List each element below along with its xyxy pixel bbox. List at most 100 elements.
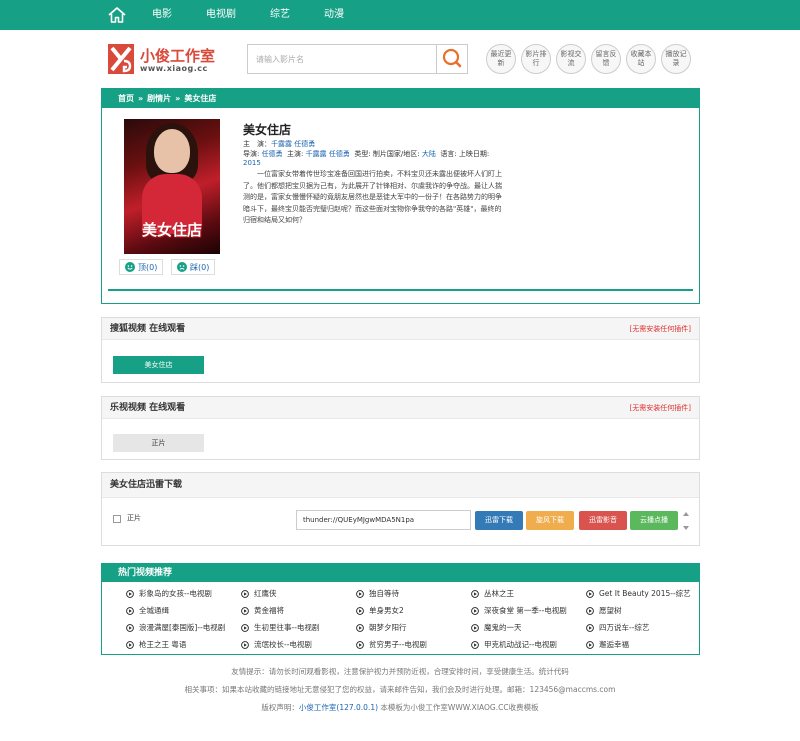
- history-button[interactable]: 播放记录: [661, 44, 691, 74]
- recommend-item[interactable]: 丛林之王: [471, 588, 514, 599]
- recommend-item[interactable]: 甲克机动战记--电视剧: [471, 639, 557, 650]
- movie-detail-panel: 首页» 剧情片» 美女住店 美女住店 顶(0) 踩(0) 美女住店 主 演：千露露 …: [101, 88, 700, 304]
- poster-face: [154, 129, 190, 173]
- poster-title: 美女住店: [141, 221, 202, 239]
- play-icon: [356, 606, 364, 615]
- search-button[interactable]: [436, 45, 467, 73]
- nav-item-variety[interactable]: 综艺: [270, 0, 290, 30]
- recommend-item[interactable]: 独自等待: [356, 588, 399, 599]
- thunder-player-button[interactable]: 迅雷影音: [579, 511, 627, 530]
- recommend-item[interactable]: 愿望树: [586, 605, 622, 616]
- play-icon: [586, 640, 594, 649]
- source-panel-sohu: 搜狐视频 在线观看 [无需安装任何插件] 美女住店: [101, 317, 700, 383]
- recommend-item-label: 魔鬼的一天: [484, 623, 522, 632]
- movie-description: 一位富家女带着传世珍宝准备回国进行拍卖，不料宝贝还未露出便被坏人们盯上了。他们都…: [243, 170, 502, 224]
- recommend-item[interactable]: 朝梦夕阳行: [356, 622, 407, 633]
- upvote-button[interactable]: 顶(0): [119, 259, 164, 275]
- plugin-note: [无需安装任何插件]: [629, 325, 691, 333]
- search-input[interactable]: [248, 45, 436, 73]
- starring-line: 主 演：千露露 任德勇: [243, 139, 315, 149]
- source-panel-letv: 乐视视频 在线观看 [无需安装任何插件] 正片: [101, 396, 700, 460]
- play-icon: [241, 606, 249, 615]
- breadcrumb-category[interactable]: 剧情片: [147, 94, 171, 103]
- recommend-item-label: 朝梦夕阳行: [369, 623, 407, 632]
- recommend-item-label: 单身男女2: [369, 606, 404, 615]
- play-icon: [126, 623, 134, 632]
- recommend-item-label: 愿望树: [599, 606, 622, 615]
- year-link[interactable]: 2015: [243, 159, 261, 167]
- recommend-item[interactable]: 全城通缉: [126, 605, 169, 616]
- play-icon: [586, 589, 594, 598]
- cast-label: 主演:: [287, 150, 304, 158]
- breadcrumb-current[interactable]: 美女住店: [184, 94, 216, 103]
- recommend-item-label: 甲克机动战记--电视剧: [484, 640, 557, 649]
- actor-link[interactable]: 千露露: [306, 150, 327, 158]
- upvote-count: 顶(0): [138, 262, 158, 272]
- scroll-arrows-icon[interactable]: [681, 507, 691, 535]
- download-link-field[interactable]: thunder://QUEyMJgwMDA5N1pa: [296, 510, 471, 530]
- recommend-item[interactable]: 邂逅幸福: [586, 639, 629, 650]
- recommend-item-label: 浪漫满屋[泰国版]--电视剧: [139, 623, 226, 632]
- breadcrumb-home[interactable]: 首页: [118, 94, 134, 103]
- type-region-label: 类型: 制片国家/地区:: [354, 150, 420, 158]
- forum-button[interactable]: 影视交流: [556, 44, 586, 74]
- actor-link[interactable]: 任德勇: [329, 150, 350, 158]
- site-logo[interactable]: 小俊工作室 www.xiaog.cc: [108, 44, 228, 76]
- recommend-item[interactable]: 彩象岛的女孩--电视剧: [126, 588, 212, 599]
- smile-icon: [125, 262, 135, 272]
- frown-icon: [177, 262, 187, 272]
- recommend-item[interactable]: 流氓校长--电视剧: [241, 639, 312, 650]
- recommend-item[interactable]: 魔鬼的一天: [471, 622, 522, 633]
- actor-link[interactable]: 千露露: [271, 140, 292, 148]
- recommend-item-label: 生初里往事--电视剧: [254, 623, 320, 632]
- footer-tip: 友情提示：请勿长时间观看影视，注意保护视力并预防近视，合理安排时间，享受健康生活…: [231, 667, 569, 676]
- episode-button[interactable]: 美女住店: [113, 356, 204, 374]
- director-link[interactable]: 任德勇: [262, 150, 283, 158]
- top-nav: 电影 电视剧 综艺 动漫: [0, 0, 800, 30]
- source-title: 乐视视频 在线观看: [110, 403, 186, 413]
- copyright-suffix: 本模板为小俊工作室WWW.XIAOG.CC收费模板: [378, 703, 539, 712]
- movie-poster[interactable]: 美女住店: [124, 119, 220, 254]
- actor-link[interactable]: 任德勇: [294, 140, 315, 148]
- home-icon[interactable]: [107, 5, 127, 25]
- thunder-download-button[interactable]: 迅雷下载: [475, 511, 523, 530]
- logo-subtitle: www.xiaog.cc: [140, 64, 208, 73]
- play-icon: [356, 623, 364, 632]
- recommend-item[interactable]: 深夜食堂 第一季--电视剧: [471, 605, 567, 616]
- recommend-item[interactable]: 黄金福将: [241, 605, 284, 616]
- recommend-item[interactable]: 生初里往事--电视剧: [241, 622, 319, 633]
- logo-mark-icon: [108, 44, 134, 74]
- cloud-play-button[interactable]: 云播点播: [630, 511, 678, 530]
- download-checkbox[interactable]: [113, 515, 121, 523]
- recent-updates-button[interactable]: 最近更新: [486, 44, 516, 74]
- whirlwind-download-button[interactable]: 旋风下载: [526, 511, 574, 530]
- play-icon: [241, 589, 249, 598]
- recommend-item[interactable]: Get It Beauty 2015--综艺: [586, 588, 691, 599]
- recommend-item-label: 黄金福将: [254, 606, 284, 615]
- recommend-item[interactable]: 四万说车--综艺: [586, 622, 649, 633]
- episode-button[interactable]: 正片: [113, 434, 204, 452]
- nav-item-movies[interactable]: 电影: [152, 0, 172, 30]
- downvote-button[interactable]: 踩(0): [171, 259, 216, 275]
- recommend-item[interactable]: 浪漫满屋[泰国版]--电视剧: [126, 622, 225, 633]
- recommend-item[interactable]: 枪王之王 粤语: [126, 639, 186, 650]
- footer-copyright: 版权声明：小俊工作室(127.0.0.1) 本模板为小俊工作室WWW.XIAOG…: [0, 702, 800, 713]
- nav-item-anime[interactable]: 动漫: [324, 0, 344, 30]
- feedback-button[interactable]: 留言反馈: [591, 44, 621, 74]
- play-icon: [471, 606, 479, 615]
- copyright-link[interactable]: 小俊工作室(127.0.0.1): [299, 703, 378, 712]
- recommend-item-label: 全城通缉: [139, 606, 169, 615]
- recommend-item-label: 彩象岛的女孩--电视剧: [139, 589, 212, 598]
- recommend-item-label: Get It Beauty 2015--综艺: [599, 589, 691, 598]
- recommend-item[interactable]: 红鹰侠: [241, 588, 277, 599]
- recommend-item-label: 贫穷男子--电视剧: [369, 640, 427, 649]
- play-icon: [471, 623, 479, 632]
- recommend-item[interactable]: 贫穷男子--电视剧: [356, 639, 427, 650]
- ranking-button[interactable]: 影片排行: [521, 44, 551, 74]
- play-icon: [471, 640, 479, 649]
- bookmark-button[interactable]: 收藏本站: [626, 44, 656, 74]
- nav-item-tv[interactable]: 电视剧: [206, 0, 236, 30]
- recommend-item[interactable]: 单身男女2: [356, 605, 404, 616]
- region-link[interactable]: 大陆: [422, 150, 436, 158]
- panel-header: 搜狐视频 在线观看 [无需安装任何插件]: [102, 318, 699, 340]
